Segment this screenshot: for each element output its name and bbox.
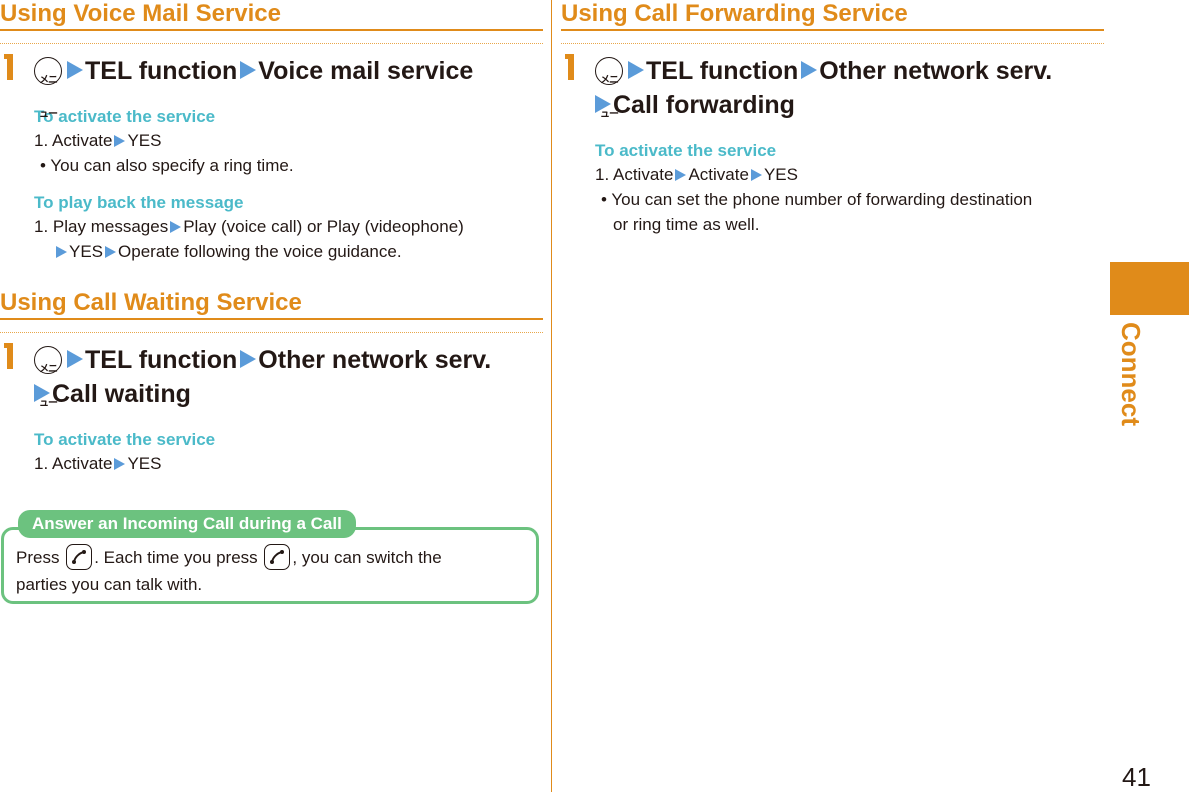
activate-subsection: To activate the service 1. Activate Activ… xyxy=(561,140,1104,237)
column-divider xyxy=(551,0,552,792)
page-number: 41 xyxy=(1122,762,1151,792)
note-title: Answer an Incoming Call during a Call xyxy=(18,510,356,538)
arrow-right-icon xyxy=(675,169,687,181)
menu-key-icon: メニュー xyxy=(595,57,623,120)
arrow-right-icon xyxy=(67,61,83,79)
arrow-right-icon xyxy=(105,246,117,258)
left-column: Using Voice Mail Service メニュー TEL functio… xyxy=(0,0,543,476)
call-forwarding-section: Using Call Forwarding Service メニュー TEL fu… xyxy=(561,0,1104,237)
substep-continuation: YES Operate following the voice guidance. xyxy=(34,239,543,264)
arrow-right-icon xyxy=(67,350,83,368)
path-item: Voice mail service xyxy=(258,57,474,85)
step-instruction: メニュー TEL function Other network serv. Call … xyxy=(595,54,1104,122)
note-text: Press . Each time you press , you can sw… xyxy=(16,544,526,598)
subsection-heading: To activate the service xyxy=(595,141,777,160)
arrow-right-icon xyxy=(628,61,644,79)
activate-subsection: To activate the service 1. Activate YES •… xyxy=(0,106,543,178)
menu-key-icon: メニュー xyxy=(34,57,62,120)
step-number-icon xyxy=(565,52,574,80)
subsection-heading: To activate the service xyxy=(34,107,216,126)
arrow-right-icon xyxy=(114,458,126,470)
arrow-right-icon xyxy=(240,350,257,368)
activate-subsection: To activate the service 1. Activate YES xyxy=(0,429,543,476)
step-1: メニュー TEL function Other network serv. Call … xyxy=(0,332,543,411)
step-instruction: メニュー TEL function Other network serv. Call … xyxy=(34,343,543,411)
step-1: メニュー TEL function Voice mail service xyxy=(0,43,543,120)
arrow-right-icon xyxy=(56,246,67,258)
arrow-right-icon xyxy=(801,61,818,79)
menu-key-icon: メニュー xyxy=(34,346,62,409)
subsection-heading: To activate the service xyxy=(34,430,216,449)
voice-mail-section: Using Voice Mail Service メニュー TEL functio… xyxy=(0,0,543,264)
substep: 1. Play messages Play (voice call) or Pla… xyxy=(34,217,464,236)
playback-subsection: To play back the message 1. Play message… xyxy=(0,192,543,264)
step-number-icon xyxy=(4,341,13,369)
section-title: Using Call Forwarding Service xyxy=(561,0,1104,31)
substep: 1. Activate YES xyxy=(34,454,162,473)
phone-send-key-icon xyxy=(264,544,291,570)
right-column: Using Call Forwarding Service メニュー TEL fu… xyxy=(561,0,1104,237)
arrow-right-icon xyxy=(750,169,762,181)
step-instruction: メニュー TEL function Voice mail service xyxy=(34,54,543,120)
section-title: Using Voice Mail Service xyxy=(0,0,543,31)
arrow-right-icon xyxy=(170,221,182,233)
path-item: TEL function xyxy=(85,57,238,85)
step-number-icon xyxy=(4,52,13,80)
bullet-note: • You can set the phone number of forwar… xyxy=(601,190,1033,234)
step-1: メニュー TEL function Other network serv. Call … xyxy=(561,43,1104,122)
chapter-label: Connect xyxy=(1116,322,1146,426)
arrow-right-icon xyxy=(240,61,257,79)
call-waiting-section: Using Call Waiting Service メニュー TEL funct… xyxy=(0,289,543,476)
subsection-heading: To play back the message xyxy=(34,193,244,212)
substep: 1. Activate Activate YES xyxy=(595,165,798,184)
arrow-right-icon xyxy=(114,135,126,147)
substep: 1. Activate YES xyxy=(34,131,162,150)
section-title: Using Call Waiting Service xyxy=(0,289,543,320)
chapter-tab xyxy=(1110,262,1189,315)
bullet-note: • You can also specify a ring time. xyxy=(40,156,294,175)
phone-send-key-icon xyxy=(66,544,93,570)
